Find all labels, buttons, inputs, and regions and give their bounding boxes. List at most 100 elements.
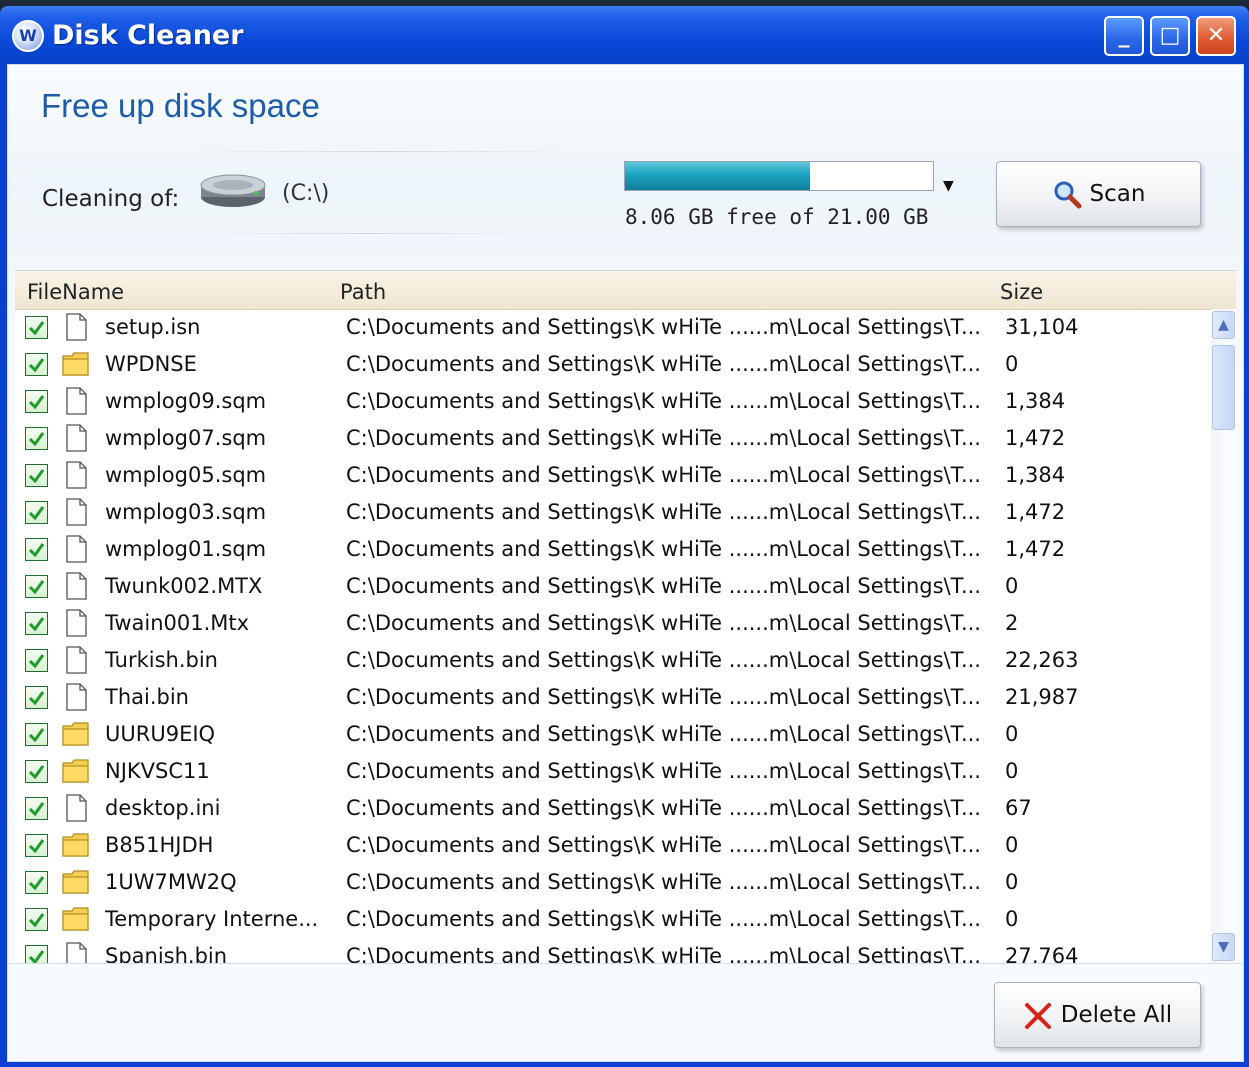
maximize-button[interactable]: □ bbox=[1150, 16, 1190, 56]
file-path: C:\Documents and Settings\K wHiTe ......… bbox=[346, 574, 981, 598]
file-size: 2 bbox=[1005, 611, 1019, 635]
close-button[interactable]: ✕ bbox=[1196, 16, 1236, 56]
row-checkbox[interactable] bbox=[25, 871, 48, 894]
folder-icon bbox=[61, 868, 91, 896]
table-row[interactable]: desktop.ini C:\Documents and Settings\K w… bbox=[15, 790, 1205, 827]
file-icon bbox=[61, 498, 91, 526]
disk-usage-bar bbox=[624, 161, 934, 191]
minimize-button[interactable]: _ bbox=[1104, 16, 1144, 56]
file-icon bbox=[61, 313, 91, 341]
file-size: 0 bbox=[1005, 907, 1019, 931]
row-checkbox[interactable] bbox=[25, 501, 48, 524]
table-row[interactable]: Twain001.Mtx C:\Documents and Settings\K … bbox=[15, 605, 1205, 642]
file-name: wmplog07.sqm bbox=[105, 426, 267, 450]
table-row[interactable]: Spanish.bin C:\Documents and Settings\K w… bbox=[15, 938, 1205, 964]
table-row[interactable]: wmplog07.sqm C:\Documents and Settings\K … bbox=[15, 420, 1205, 457]
row-checkbox[interactable] bbox=[25, 575, 48, 598]
file-name: Thai.bin bbox=[105, 685, 189, 709]
file-name: wmplog03.sqm bbox=[105, 500, 267, 524]
row-checkbox[interactable] bbox=[25, 686, 48, 709]
file-path: C:\Documents and Settings\K wHiTe ......… bbox=[346, 611, 981, 635]
table-row[interactable]: NJKVSC11 C:\Documents and Settings\K wHiT… bbox=[15, 753, 1205, 790]
folder-icon bbox=[61, 831, 91, 859]
drive-dropdown-icon[interactable]: ▼ bbox=[943, 178, 954, 194]
file-name: WPDNSE bbox=[105, 352, 197, 376]
folder-icon bbox=[61, 757, 91, 785]
divider bbox=[8, 963, 1243, 964]
row-checkbox[interactable] bbox=[25, 612, 48, 635]
file-size: 0 bbox=[1005, 870, 1019, 894]
row-checkbox[interactable] bbox=[25, 390, 48, 413]
scroll-down-icon[interactable]: ▼ bbox=[1212, 933, 1235, 961]
folder-icon bbox=[61, 905, 91, 933]
table-row[interactable]: UURU9EIQ C:\Documents and Settings\K wHiT… bbox=[15, 716, 1205, 753]
file-name: setup.isn bbox=[105, 315, 201, 339]
table-row[interactable]: wmplog09.sqm C:\Documents and Settings\K … bbox=[15, 383, 1205, 420]
file-size: 27,764 bbox=[1005, 944, 1079, 964]
file-path: C:\Documents and Settings\K wHiTe ......… bbox=[346, 352, 981, 376]
table-row[interactable]: wmplog01.sqm C:\Documents and Settings\K … bbox=[15, 531, 1205, 568]
file-path: C:\Documents and Settings\K wHiTe ......… bbox=[346, 944, 981, 964]
table-row[interactable]: Turkish.bin C:\Documents and Settings\K w… bbox=[15, 642, 1205, 679]
file-size: 1,472 bbox=[1005, 426, 1066, 450]
table-row[interactable]: WPDNSE C:\Documents and Settings\K wHiTe … bbox=[15, 346, 1205, 383]
delete-all-button[interactable]: Delete All bbox=[994, 982, 1201, 1048]
file-size: 0 bbox=[1005, 574, 1019, 598]
file-path: C:\Documents and Settings\K wHiTe ......… bbox=[346, 500, 981, 524]
free-space-text: 8.06 GB free of 21.00 GB bbox=[625, 205, 929, 229]
scan-button[interactable]: Scan bbox=[996, 161, 1201, 227]
row-checkbox[interactable] bbox=[25, 797, 48, 820]
table-row[interactable]: B851HJDH C:\Documents and Settings\K wHiT… bbox=[15, 827, 1205, 864]
row-checkbox[interactable] bbox=[25, 538, 48, 561]
file-size: 31,104 bbox=[1005, 315, 1079, 339]
file-size: 22,263 bbox=[1005, 648, 1079, 672]
table-row[interactable]: wmplog03.sqm C:\Documents and Settings\K … bbox=[15, 494, 1205, 531]
row-checkbox[interactable] bbox=[25, 464, 48, 487]
row-checkbox[interactable] bbox=[25, 760, 48, 783]
scroll-thumb[interactable] bbox=[1212, 345, 1235, 430]
row-checkbox[interactable] bbox=[25, 834, 48, 857]
cleaning-of-label: Cleaning of: bbox=[42, 186, 180, 212]
table-row[interactable]: Temporary Interne... C:\Documents and Set… bbox=[15, 901, 1205, 938]
row-checkbox[interactable] bbox=[25, 908, 48, 931]
red-x-icon bbox=[1024, 1002, 1051, 1029]
row-checkbox[interactable] bbox=[25, 649, 48, 672]
vertical-scrollbar[interactable]: ▲ ▼ bbox=[1211, 309, 1236, 964]
file-name: 1UW7MW2Q bbox=[105, 870, 237, 894]
row-checkbox[interactable] bbox=[25, 723, 48, 746]
row-checkbox[interactable] bbox=[25, 353, 48, 376]
row-checkbox[interactable] bbox=[25, 945, 48, 964]
disk-usage-fill bbox=[625, 162, 810, 190]
folder-icon bbox=[61, 720, 91, 748]
file-list[interactable]: FileName Path Size setup.isn C:\Documents… bbox=[15, 270, 1236, 964]
row-checkbox[interactable] bbox=[25, 316, 48, 339]
file-icon bbox=[61, 387, 91, 415]
file-name: B851HJDH bbox=[105, 833, 214, 857]
file-name: Spanish.bin bbox=[105, 944, 228, 964]
disk-cleaner-window: W Disk Cleaner _ □ ✕ Free up disk space … bbox=[0, 6, 1249, 1067]
file-path: C:\Documents and Settings\K wHiTe ......… bbox=[346, 537, 981, 561]
table-row[interactable]: setup.isn C:\Documents and Settings\K wHi… bbox=[15, 309, 1205, 346]
column-header-size[interactable]: Size bbox=[1000, 280, 1043, 304]
file-name: Twunk002.MTX bbox=[105, 574, 263, 598]
table-row[interactable]: Twunk002.MTX C:\Documents and Settings\K … bbox=[15, 568, 1205, 605]
column-header-path[interactable]: Path bbox=[340, 280, 386, 304]
table-row[interactable]: 1UW7MW2Q C:\Documents and Settings\K wHiT… bbox=[15, 864, 1205, 901]
table-row[interactable]: Thai.bin C:\Documents and Settings\K wHiT… bbox=[15, 679, 1205, 716]
title-bar[interactable]: W Disk Cleaner _ □ ✕ bbox=[0, 6, 1249, 64]
file-path: C:\Documents and Settings\K wHiTe ......… bbox=[346, 759, 981, 783]
column-header-filename[interactable]: FileName bbox=[27, 280, 124, 304]
row-checkbox[interactable] bbox=[25, 427, 48, 450]
window-title: Disk Cleaner bbox=[52, 20, 244, 51]
drive-label: (C:\) bbox=[282, 181, 330, 206]
file-path: C:\Documents and Settings\K wHiTe ......… bbox=[346, 907, 981, 931]
file-icon bbox=[61, 424, 91, 452]
file-path: C:\Documents and Settings\K wHiTe ......… bbox=[346, 648, 981, 672]
scan-label: Scan bbox=[1089, 181, 1146, 207]
file-name: wmplog05.sqm bbox=[105, 463, 267, 487]
app-logo-icon: W bbox=[12, 20, 44, 52]
scroll-up-icon[interactable]: ▲ bbox=[1212, 311, 1235, 339]
file-icon bbox=[61, 942, 91, 964]
table-row[interactable]: wmplog05.sqm C:\Documents and Settings\K … bbox=[15, 457, 1205, 494]
page-title: Free up disk space bbox=[41, 87, 320, 124]
